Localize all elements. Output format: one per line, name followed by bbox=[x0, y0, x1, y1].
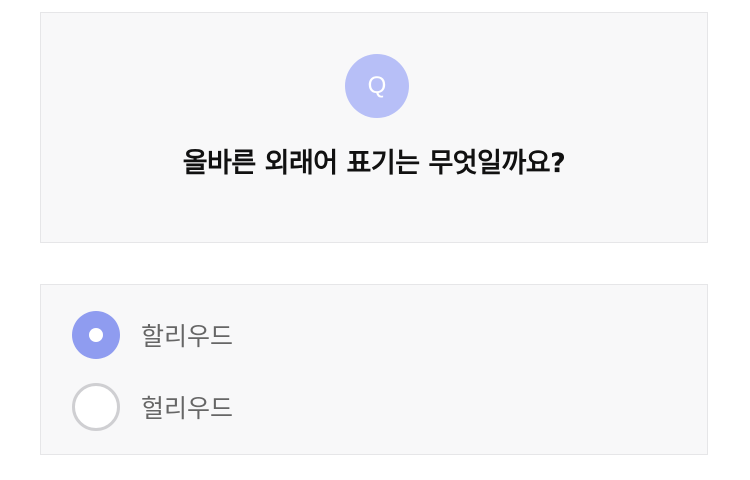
option-item[interactable]: 헐리우드 bbox=[72, 383, 233, 431]
question-badge: Q bbox=[345, 54, 409, 118]
question-text: 올바른 외래어 표기는 무엇일까요? bbox=[182, 148, 566, 179]
radio-unselected-icon[interactable] bbox=[72, 383, 120, 431]
answer-options-card: 할리우드 헐리우드 bbox=[40, 284, 708, 455]
option-item[interactable]: 할리우드 bbox=[72, 311, 233, 359]
radio-selected-icon[interactable] bbox=[72, 311, 120, 359]
question-card: Q 올바른 외래어 표기는 무엇일까요? bbox=[40, 12, 708, 243]
option-label: 할리우드 bbox=[141, 322, 234, 351]
option-label: 헐리우드 bbox=[141, 394, 234, 423]
